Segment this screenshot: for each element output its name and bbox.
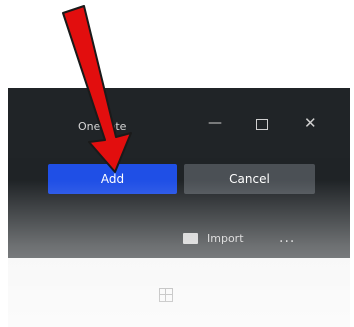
red-arrow-icon: [62, 5, 132, 173]
